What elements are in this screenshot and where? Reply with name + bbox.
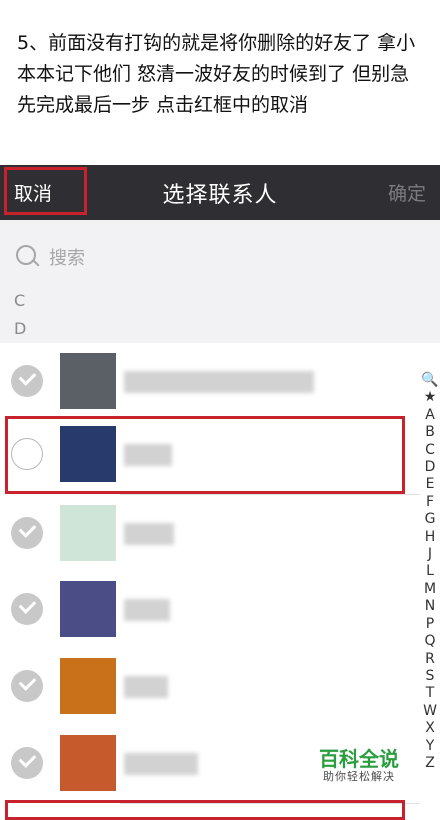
index-letter[interactable]: A [421, 407, 439, 424]
index-letter[interactable]: T [421, 685, 439, 702]
index-letter[interactable]: N [421, 598, 439, 615]
index-letter[interactable]: W [421, 703, 439, 720]
instruction-text: 5、前面没有打钩的就是将你删除的好友了 拿小本本记下他们 怒清一波好友的时候到了… [17, 32, 416, 116]
section-header-d: D [14, 319, 27, 338]
alphabet-index[interactable]: 🔍 ★ A B C D E F G H J L M N P Q R S T W X Y Z [421, 372, 439, 772]
avatar [60, 581, 116, 637]
watermark-subtitle: 助你轻松解决 [323, 770, 395, 783]
index-letter[interactable]: E [421, 476, 439, 493]
checked-circle-icon[interactable] [11, 593, 43, 625]
index-letter[interactable]: S [421, 668, 439, 685]
avatar [60, 353, 116, 409]
section-header-bg [0, 293, 440, 343]
contact-name-blurred [124, 523, 174, 545]
contact-name-blurred [124, 753, 198, 775]
highlight-box-cancel [4, 167, 87, 215]
index-letter[interactable]: B [421, 424, 439, 441]
contact-name-blurred [124, 676, 168, 698]
highlight-box-next-contact [5, 800, 405, 820]
highlight-box-unchecked-contact [5, 416, 405, 494]
contact-row[interactable] [0, 648, 420, 727]
search-bar[interactable]: 搜索 [0, 220, 440, 293]
index-letter[interactable]: F [421, 494, 439, 511]
contact-name-blurred [124, 371, 314, 393]
index-letter[interactable]: G [421, 511, 439, 528]
contact-row[interactable] [0, 495, 420, 574]
search-input[interactable]: 搜索 [49, 244, 85, 270]
checked-circle-icon[interactable] [11, 747, 43, 779]
avatar [60, 735, 116, 791]
index-letter[interactable]: D [421, 459, 439, 476]
index-letter[interactable]: 🔍 [421, 372, 439, 389]
index-letter[interactable]: M [421, 581, 439, 598]
index-letter[interactable]: ★ [421, 389, 439, 406]
index-letter[interactable]: H [421, 529, 439, 546]
avatar [60, 658, 116, 714]
checked-circle-icon[interactable] [11, 365, 43, 397]
index-letter[interactable]: Z [421, 755, 439, 772]
checked-circle-icon[interactable] [11, 517, 43, 549]
index-letter[interactable]: Q [421, 633, 439, 650]
avatar [60, 505, 116, 561]
confirm-button[interactable]: 确定 [388, 179, 426, 206]
section-header-c: C [14, 291, 26, 310]
index-letter[interactable]: X [421, 720, 439, 737]
index-letter[interactable]: J [421, 546, 439, 563]
index-letter[interactable]: Y [421, 738, 439, 755]
index-letter[interactable]: C [421, 442, 439, 459]
contact-name-blurred [124, 599, 170, 621]
contact-row[interactable] [0, 571, 420, 650]
contact-row[interactable] [0, 343, 420, 422]
index-letter[interactable]: R [421, 651, 439, 668]
checked-circle-icon[interactable] [11, 670, 43, 702]
index-letter[interactable]: P [421, 616, 439, 633]
search-icon [16, 245, 36, 265]
index-letter[interactable]: L [421, 563, 439, 580]
